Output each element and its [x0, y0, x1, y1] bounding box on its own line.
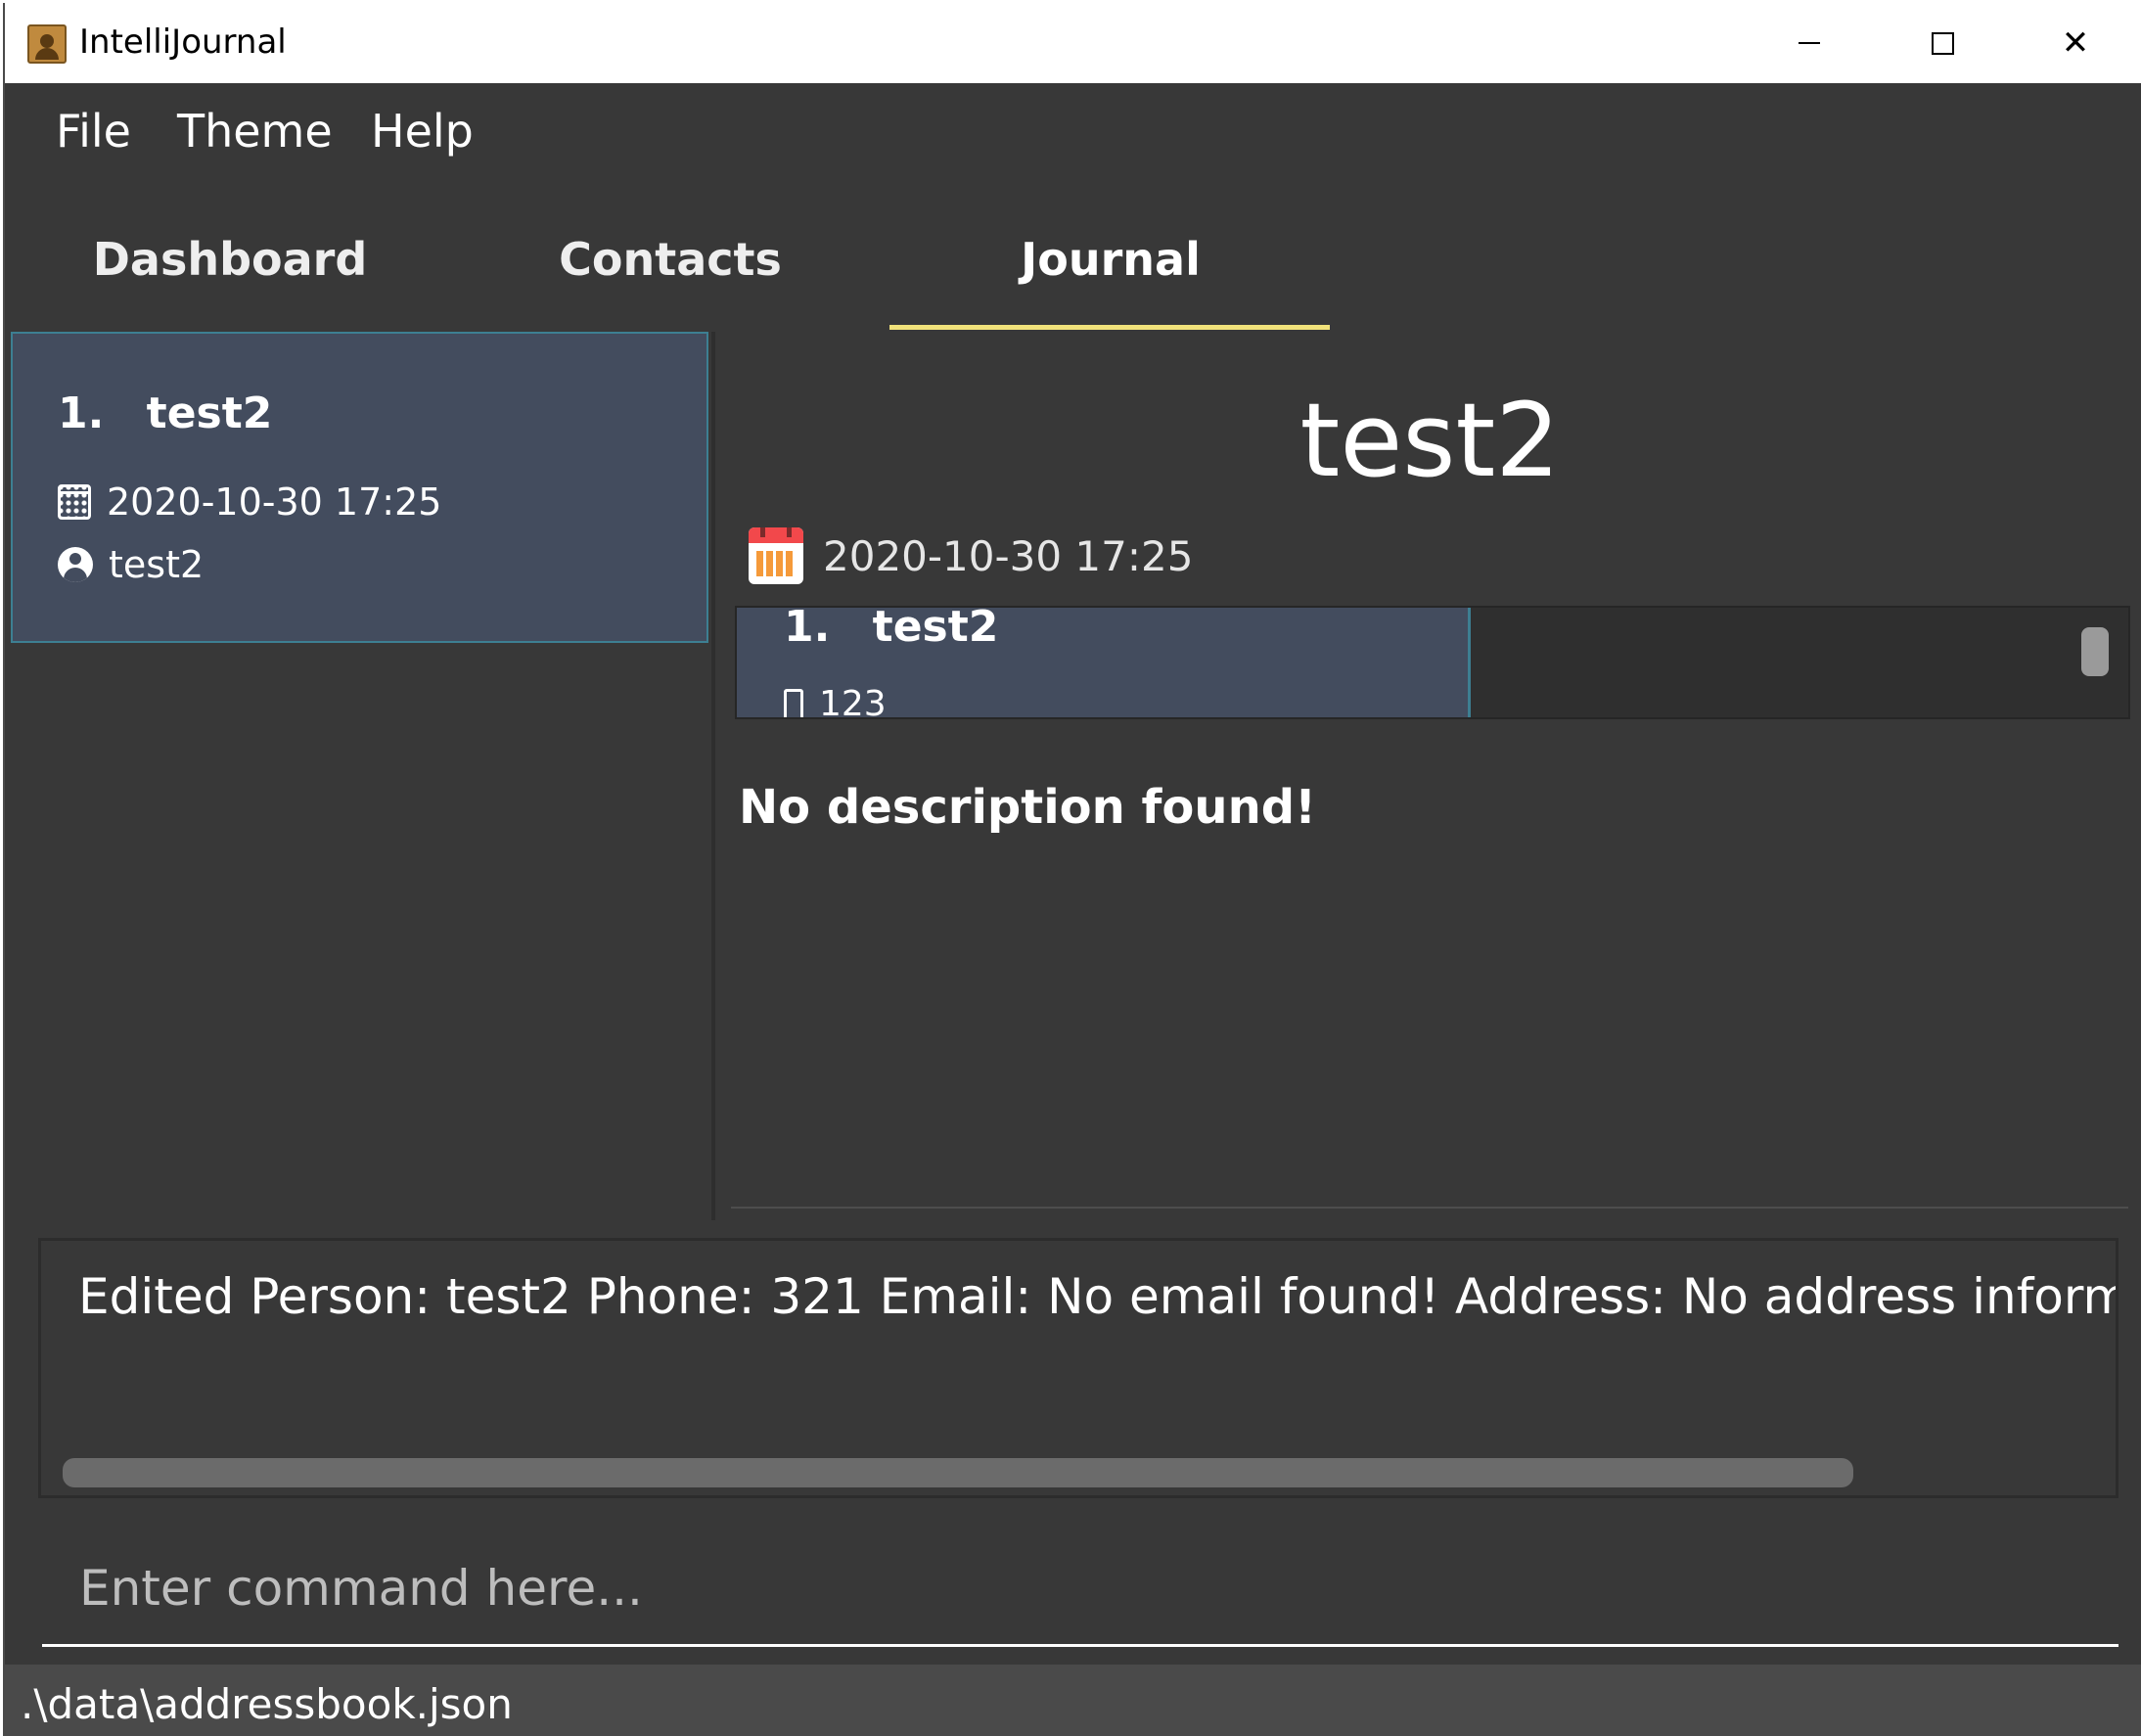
detail-divider — [731, 1207, 2128, 1209]
detail-contact-list[interactable]: 1. test2 123 — [735, 606, 2130, 719]
active-tab-indicator — [889, 325, 1330, 330]
menu-bar: File Theme Help — [5, 83, 2141, 189]
maximize-icon — [1931, 31, 1954, 55]
app-icon — [27, 24, 67, 64]
journal-entry-date-row: 2020-10-30 17:25 — [58, 480, 441, 524]
app-window: IntelliJournal ✕ File Theme Help Dashboa… — [3, 3, 2141, 1736]
tab-bar: Dashboard Contacts Journal — [5, 189, 2141, 334]
maximize-button[interactable] — [1878, 3, 2007, 83]
result-horizontal-scrollbar[interactable] — [63, 1458, 1853, 1487]
journal-list-panel: 1. test2 2020-10-30 17:25 test2 — [5, 332, 713, 1220]
detail-date-row: 2020-10-30 17:25 — [749, 527, 1193, 584]
journal-entry-index: 1. — [58, 388, 105, 438]
window-title: IntelliJournal — [79, 23, 287, 62]
result-text: Edited Person: test2 Phone: 321 Email: N… — [78, 1268, 2118, 1325]
contact-list-scrollbar[interactable] — [2081, 627, 2109, 676]
person-icon — [58, 547, 93, 582]
phone-icon — [784, 688, 803, 717]
close-icon: ✕ — [2061, 23, 2090, 63]
journal-detail-panel: test2 2020-10-30 17:25 1. test2 123 No d… — [711, 332, 2141, 1220]
status-bar: .\data\addressbook.json — [5, 1665, 2141, 1736]
minimize-button[interactable] — [1745, 3, 1874, 83]
journal-list-item[interactable]: 1. test2 2020-10-30 17:25 test2 — [11, 332, 708, 643]
title-bar: IntelliJournal ✕ — [5, 3, 2141, 83]
close-button[interactable]: ✕ — [2011, 3, 2140, 83]
contact-name: 1. test2 — [784, 606, 999, 652]
journal-entry-date: 2020-10-30 17:25 — [107, 480, 442, 524]
tab-journal[interactable]: Journal — [944, 189, 1277, 330]
calendar-color-icon — [749, 527, 803, 584]
journal-entry-contact-row: test2 — [58, 543, 204, 586]
data-file-path: .\data\addressbook.json — [21, 1680, 513, 1728]
contact-phone: 123 — [819, 684, 887, 719]
command-input[interactable] — [77, 1547, 2097, 1629]
journal-entry-contact: test2 — [109, 543, 205, 586]
calendar-icon — [58, 484, 91, 520]
journal-entry-name: test2 — [146, 388, 273, 438]
result-display: Edited Person: test2 Phone: 321 Email: N… — [38, 1238, 2118, 1498]
menu-theme[interactable]: Theme — [177, 105, 333, 158]
command-box — [42, 1530, 2118, 1647]
tab-dashboard[interactable]: Dashboard — [64, 189, 396, 330]
menu-file[interactable]: File — [56, 105, 131, 158]
tab-contacts[interactable]: Contacts — [504, 189, 837, 330]
menu-help[interactable]: Help — [371, 105, 474, 158]
contact-phone-row: 123 — [784, 684, 887, 719]
minimize-icon — [1799, 42, 1820, 44]
contact-name-text: test2 — [872, 606, 999, 652]
detail-date: 2020-10-30 17:25 — [823, 531, 1194, 580]
detail-description: No description found! — [739, 780, 1316, 835]
journal-entry-title: 1. test2 — [58, 388, 272, 438]
contact-index: 1. — [784, 606, 831, 652]
detail-title: test2 — [1299, 381, 1561, 500]
contact-list-item[interactable]: 1. test2 123 — [737, 606, 1471, 719]
